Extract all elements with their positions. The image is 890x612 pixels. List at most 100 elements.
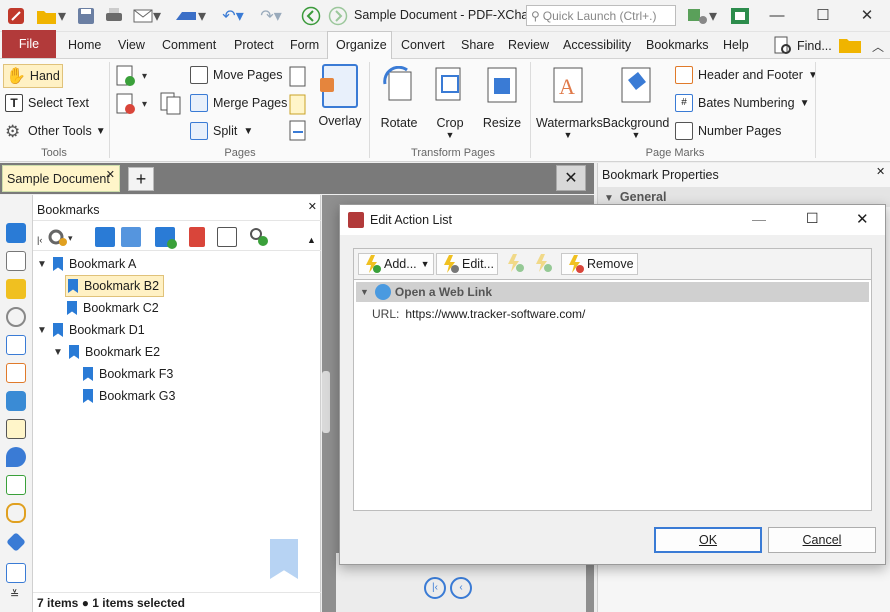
maximize-button[interactable]: ☐ — [800, 0, 846, 30]
new-bookmark-icon[interactable] — [155, 227, 177, 249]
more-panels-icon[interactable]: ≚ — [10, 588, 19, 601]
bookmark-item-selected[interactable]: Bookmark B2 — [65, 275, 165, 297]
menu-organize[interactable]: Organize — [336, 38, 387, 52]
undo-icon[interactable]: ↶▾ — [216, 4, 250, 28]
overlay-button[interactable]: Overlay — [318, 64, 362, 128]
merge-pages-button[interactable]: Merge Pages — [190, 94, 287, 112]
panel-splitter-handle[interactable] — [322, 371, 330, 433]
add-sibling-bookmark-icon[interactable] — [121, 227, 141, 247]
email-icon[interactable]: ▾ — [130, 4, 164, 28]
layers-panel-icon[interactable] — [6, 391, 26, 411]
menu-view[interactable]: View — [118, 38, 145, 52]
save-icon[interactable] — [74, 4, 98, 28]
scan-icon[interactable]: ▾ — [170, 4, 210, 28]
menu-bookmarks[interactable]: Bookmarks — [646, 38, 709, 52]
swap-pages-icon[interactable] — [288, 120, 310, 142]
back-icon[interactable] — [300, 4, 322, 28]
tag-panel-icon[interactable] — [6, 532, 26, 552]
delete-pages-button[interactable]: ▾ — [115, 93, 153, 115]
url-row[interactable]: URL: https://www.tracker-software.com/ — [372, 307, 585, 321]
resize-button[interactable]: Resize — [480, 66, 524, 130]
customize-icon[interactable]: ▾ — [684, 4, 720, 28]
new-tab-button[interactable]: + — [128, 167, 154, 191]
rotate-button[interactable]: Rotate — [376, 65, 422, 130]
collapse-all-icon[interactable]: |‹ — [37, 235, 42, 245]
print-icon[interactable] — [102, 4, 126, 28]
forward-icon[interactable] — [327, 4, 349, 28]
options-gear-icon[interactable]: ▾ — [47, 227, 75, 247]
previous-page-icon[interactable]: ‹ — [450, 577, 472, 599]
bates-numbering-button[interactable]: # Bates Numbering ▼ — [675, 94, 809, 112]
close-icon[interactable]: ✕ — [876, 165, 885, 178]
add-action-button[interactable]: Add... ▼ — [358, 253, 434, 275]
tab-sample-document[interactable]: Sample Document ✕ — [2, 165, 120, 192]
fullscreen-icon[interactable] — [728, 4, 752, 28]
file-menu-button[interactable]: File — [2, 30, 56, 58]
pages-panel-icon[interactable] — [6, 251, 26, 271]
select-text-button[interactable]: T Select Text — [5, 94, 89, 112]
links-panel-icon[interactable] — [6, 503, 26, 523]
close-button[interactable]: ✕ — [844, 0, 890, 30]
folder-search-icon[interactable] — [838, 35, 862, 57]
header-footer-button[interactable]: Header and Footer ▼ — [675, 66, 818, 84]
attachments-panel-icon[interactable] — [6, 307, 26, 327]
other-tools-button[interactable]: ⚙ Other Tools ▼ — [5, 122, 106, 141]
structure-panel-icon[interactable] — [6, 475, 26, 495]
redo-icon[interactable]: ↷▾ — [254, 4, 288, 28]
first-page-icon[interactable]: |‹ — [424, 577, 446, 599]
find-button[interactable]: Find... — [773, 36, 832, 56]
menu-home[interactable]: Home — [68, 38, 101, 52]
bookmark-item[interactable]: ▼ Bookmark D1 — [37, 320, 145, 340]
hand-tool-button[interactable]: ✋ Hand — [3, 64, 63, 88]
menu-comment[interactable]: Comment — [162, 38, 216, 52]
split-button[interactable]: Split ▼ — [190, 122, 253, 140]
insert-pages-button[interactable]: ▾ — [115, 65, 153, 87]
collapse-ribbon-icon[interactable]: ︿ — [872, 38, 884, 55]
close-button[interactable]: ✕ — [856, 210, 869, 228]
signatures-panel-icon[interactable] — [6, 363, 26, 383]
move-down-icon[interactable] — [532, 253, 556, 275]
minimize-button[interactable]: — — [752, 211, 766, 227]
move-pages-button[interactable]: Move Pages — [190, 66, 282, 84]
bookmark-item[interactable]: ▼ Bookmark E2 — [53, 342, 160, 362]
action-group-header[interactable]: ▼ Open a Web Link — [356, 282, 869, 302]
bookmark-properties-icon[interactable] — [217, 227, 237, 247]
bookmark-item[interactable]: Bookmark G3 — [83, 386, 175, 406]
destinations-panel-icon[interactable] — [6, 447, 26, 467]
menu-help[interactable]: Help — [723, 38, 749, 52]
ok-button[interactable]: OK — [654, 527, 762, 553]
minimize-button[interactable]: — — [754, 0, 800, 30]
menu-review[interactable]: Review — [508, 38, 549, 52]
menu-convert[interactable]: Convert — [401, 38, 445, 52]
close-icon[interactable]: ✕ — [106, 168, 115, 181]
menu-form[interactable]: Form — [290, 38, 319, 52]
open-folder-icon[interactable]: ▾ — [34, 4, 68, 28]
maximize-button[interactable]: ☐ — [806, 210, 819, 227]
quick-launch-input[interactable]: ⚲ Quick Launch (Ctrl+.) — [526, 5, 676, 26]
bookmark-item[interactable]: ▼ Bookmark A — [37, 254, 136, 274]
replace-pages-icon[interactable] — [288, 66, 310, 88]
menu-protect[interactable]: Protect — [234, 38, 274, 52]
content-panel-icon[interactable] — [6, 335, 26, 355]
bookmark-item[interactable]: Bookmark F3 — [83, 364, 173, 384]
bookmark-item[interactable]: Bookmark C2 — [67, 298, 159, 318]
menu-share[interactable]: Share — [461, 38, 494, 52]
menu-accessibility[interactable]: Accessibility — [563, 38, 631, 52]
comments-panel-icon[interactable] — [6, 279, 26, 299]
bookmarks-panel-icon[interactable] — [6, 223, 26, 243]
add-child-bookmark-icon[interactable] — [95, 227, 115, 247]
move-up-icon[interactable] — [504, 253, 528, 275]
number-pages-button[interactable]: Number Pages — [675, 122, 781, 140]
watermarks-button[interactable]: A Watermarks ▼ — [536, 66, 603, 140]
delete-bookmark-icon[interactable] — [189, 227, 205, 247]
close-document-button[interactable]: ✕ — [556, 165, 586, 191]
edit-action-button[interactable]: Edit... — [436, 253, 498, 275]
duplicate-pages-icon[interactable] — [288, 94, 310, 116]
extract-pages-icon[interactable] — [158, 90, 184, 116]
set-destination-icon[interactable] — [249, 227, 269, 247]
expand-toolbar-icon[interactable]: ▲ — [307, 235, 316, 245]
background-button[interactable]: Background ▼ — [602, 66, 670, 140]
crop-button[interactable]: Crop ▼ — [428, 66, 472, 140]
fields-panel-icon[interactable] — [6, 563, 26, 583]
close-icon[interactable]: ✕ — [308, 200, 317, 213]
